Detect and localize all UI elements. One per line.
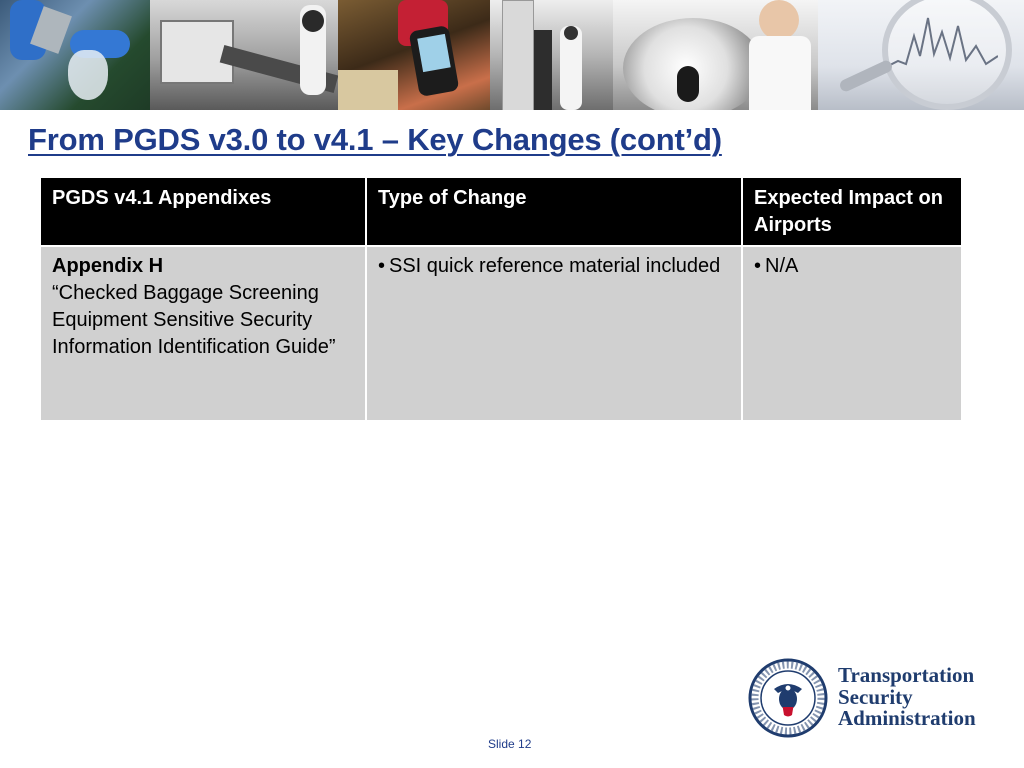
body-scanner-photo bbox=[490, 0, 613, 110]
handheld-device-photo bbox=[338, 0, 490, 110]
dhs-seal-icon bbox=[748, 658, 828, 738]
officer-with-scanner-photo bbox=[613, 0, 818, 110]
bullet-dot: • bbox=[754, 255, 762, 277]
tsa-logo: Transportation Security Administration bbox=[748, 657, 1008, 741]
appendix-cell: Appendix H “Checked Baggage Screening Eq… bbox=[39, 245, 367, 422]
header-type-of-change: Type of Change bbox=[365, 176, 743, 247]
changes-table: PGDS v4.1 Appendixes Type of Change Expe… bbox=[39, 176, 963, 422]
checkpoint-lane-photo bbox=[150, 0, 338, 110]
slide-title: From PGDS v3.0 to v4.1 – Key Changes (co… bbox=[28, 122, 722, 157]
wordmark-line-2: Security bbox=[838, 684, 913, 709]
bullet-item: • SSI quick reference material included bbox=[378, 253, 731, 280]
table-row: Appendix H “Checked Baggage Screening Eq… bbox=[39, 245, 963, 422]
screener-with-bag-photo bbox=[0, 0, 150, 110]
header-expected-impact: Expected Impact on Airports bbox=[741, 176, 963, 247]
magnifying-glass-chart-photo bbox=[818, 0, 1024, 110]
header-appendixes: PGDS v4.1 Appendixes bbox=[39, 176, 367, 247]
bullet-item: • N/A bbox=[754, 253, 951, 280]
impact-text: N/A bbox=[765, 255, 799, 277]
impact-cell: • N/A bbox=[741, 245, 963, 422]
wordmark-line-3: Administration bbox=[838, 706, 976, 730]
slide-number: Slide 12 bbox=[488, 737, 532, 751]
wordmark-line-1: Transportation bbox=[838, 663, 975, 687]
type-of-change-cell: • SSI quick reference material included bbox=[365, 245, 743, 422]
tsa-wordmark: Transportation Security Administration bbox=[838, 663, 976, 730]
bullet-dot: • bbox=[378, 255, 386, 277]
appendix-name: Appendix H bbox=[52, 255, 164, 277]
type-of-change-text: SSI quick reference material included bbox=[389, 255, 721, 277]
table-header-row: PGDS v4.1 Appendixes Type of Change Expe… bbox=[39, 176, 963, 247]
appendix-title: “Checked Baggage Screening Equipment Sen… bbox=[52, 282, 336, 358]
photo-banner bbox=[0, 0, 1024, 110]
